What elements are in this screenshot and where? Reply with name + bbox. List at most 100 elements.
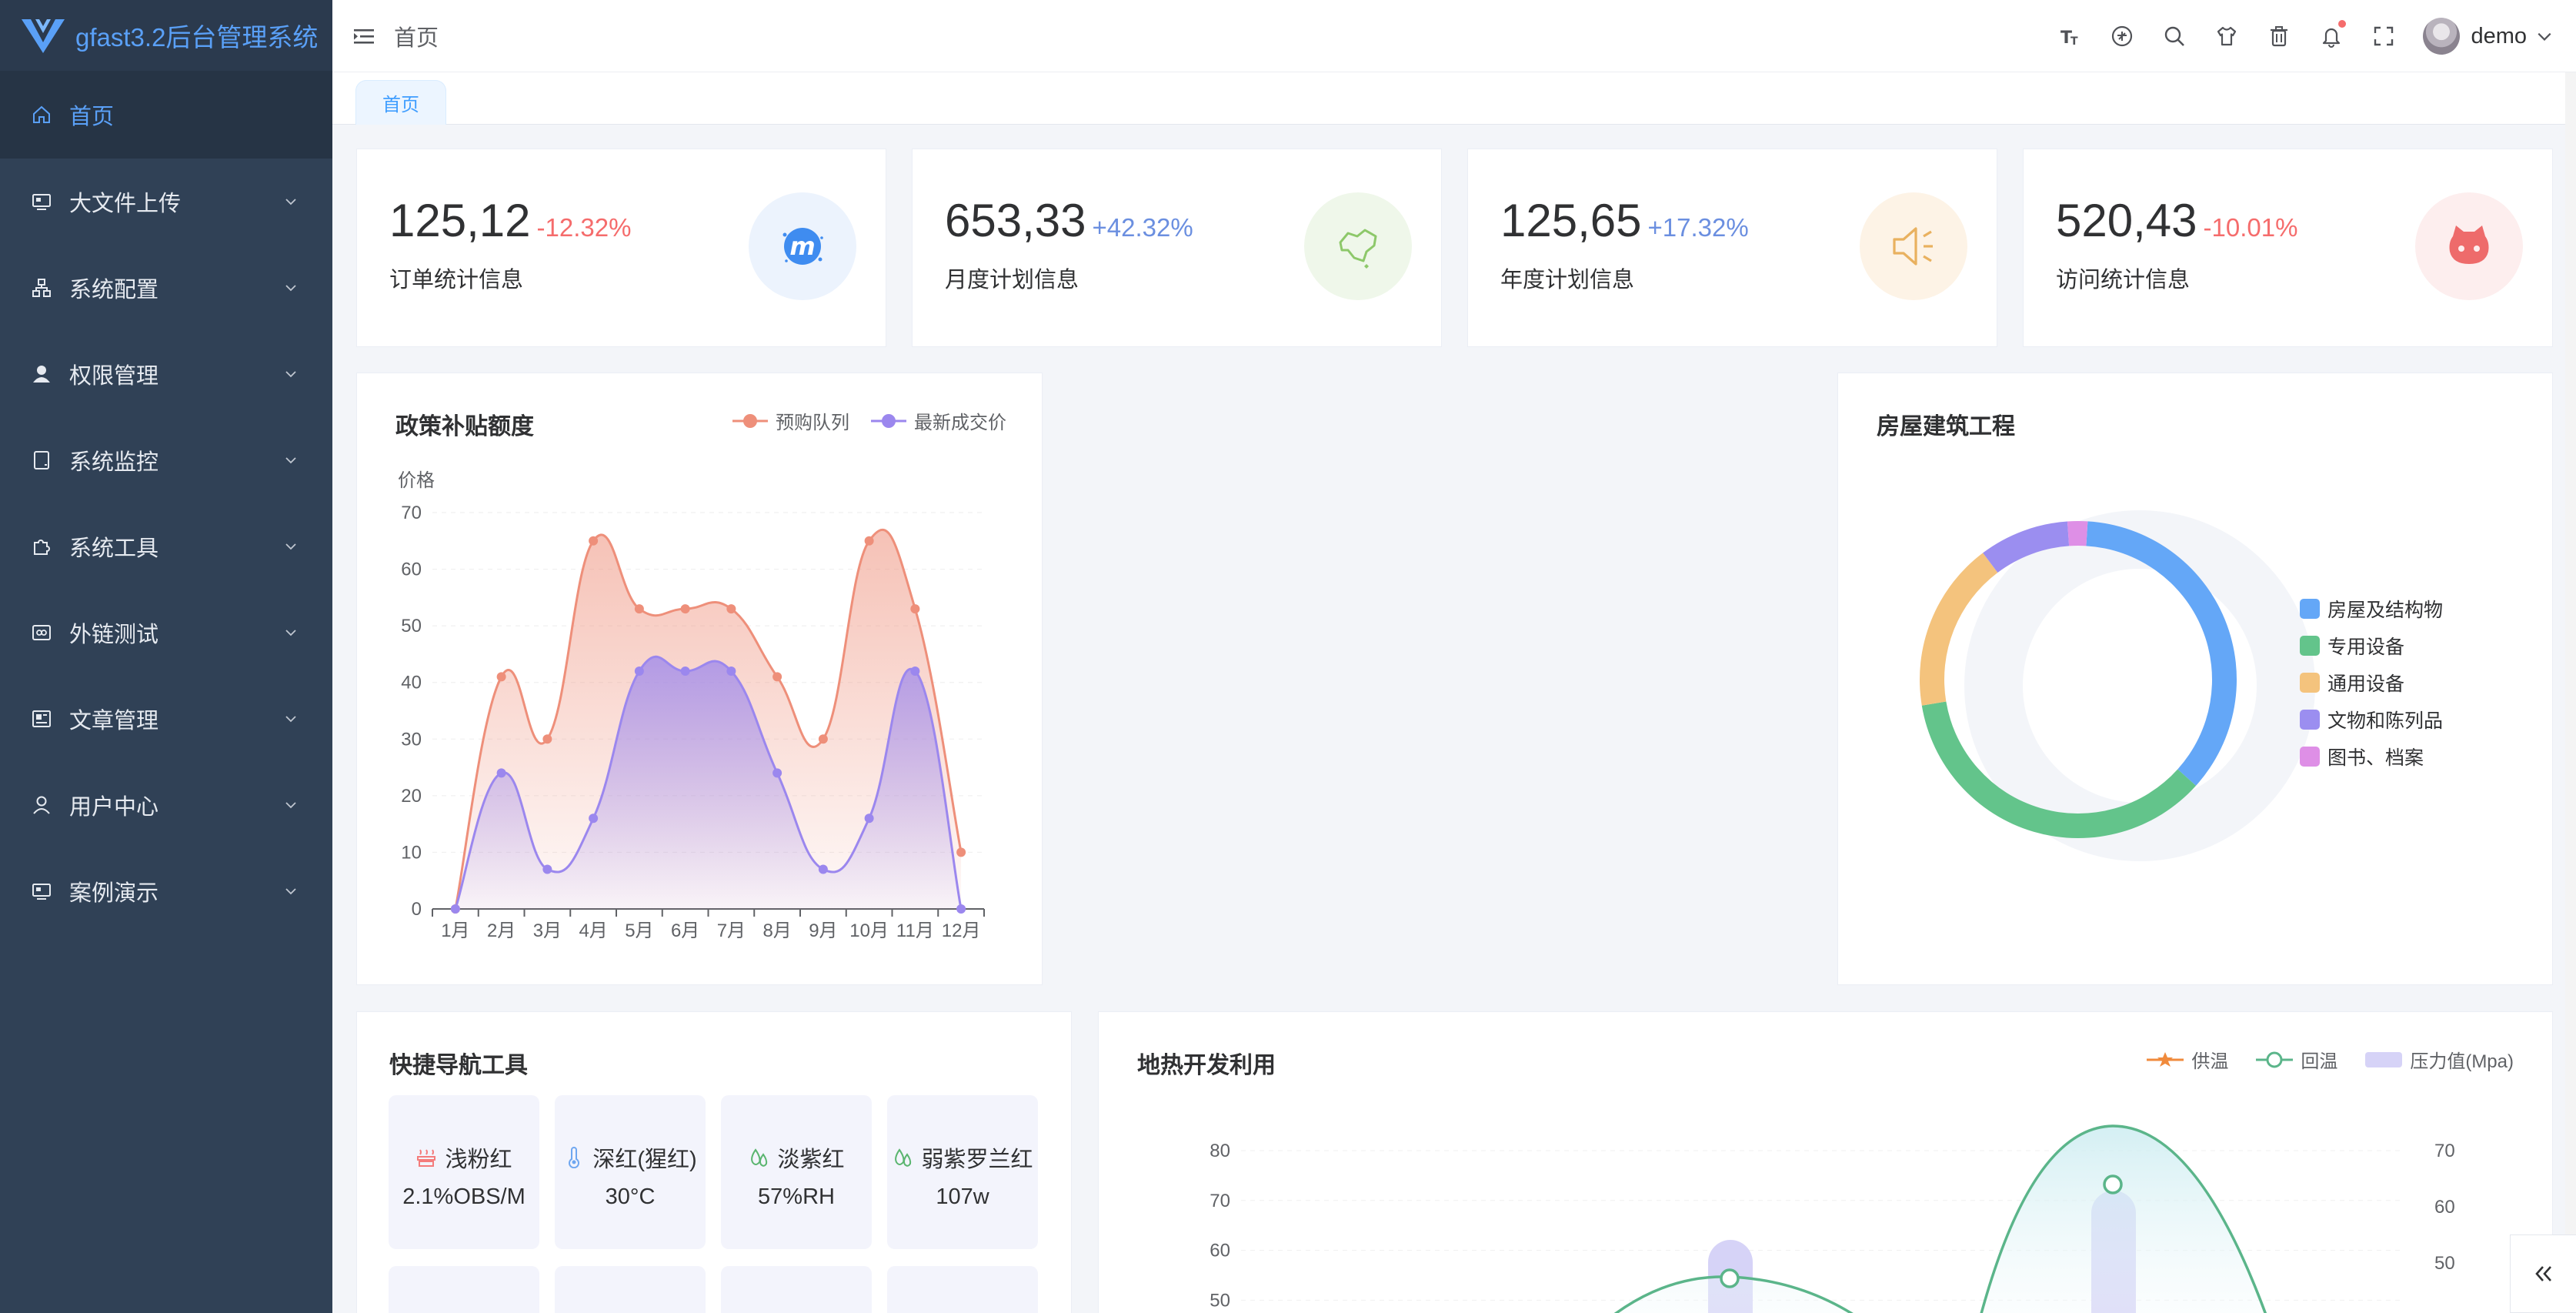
sidebar-item-4[interactable]: 系统监控 <box>0 417 332 503</box>
data-point[interactable] <box>496 768 506 778</box>
puzzle-icon <box>31 536 52 557</box>
chevron-down-icon <box>285 199 296 205</box>
trash-icon[interactable] <box>2266 23 2292 49</box>
stat-card-2: 125,65 +17.32% 年度计划信息 <box>1467 149 1997 347</box>
hamburger-icon[interactable] <box>352 25 375 48</box>
sidebar-item-2[interactable]: 系统配置 <box>0 245 332 331</box>
y-tick-label: 70 <box>401 503 422 523</box>
data-point[interactable] <box>818 864 828 874</box>
sidebar-item-0[interactable]: 首页 <box>0 71 332 159</box>
sidebar-item-9[interactable]: 案例演示 <box>0 848 332 934</box>
sidebar-item-3[interactable]: 权限管理 <box>0 331 332 417</box>
chevron-down-icon[interactable] <box>2536 28 2553 45</box>
breadcrumb[interactable]: 首页 <box>394 20 439 52</box>
geothermal-chart: 50 60 70 80 50 60 70 <box>1210 1124 2455 1313</box>
stat-value: 653,33 <box>945 195 1086 246</box>
data-point[interactable] <box>680 604 690 614</box>
data-point[interactable] <box>772 768 782 778</box>
data-point[interactable] <box>2103 1174 2123 1194</box>
data-point[interactable] <box>542 864 552 874</box>
quick-nav-tile-partial[interactable] <box>389 1266 539 1313</box>
search-icon[interactable] <box>2161 23 2187 49</box>
skin-shirt-icon[interactable] <box>2214 23 2240 49</box>
legend-item[interactable]: 通用设备 <box>2300 664 2443 701</box>
data-point[interactable] <box>589 536 599 546</box>
bell-icon[interactable] <box>2318 20 2347 49</box>
y-tick-label-right: 50 <box>2434 1253 2455 1274</box>
sidebar-item-6[interactable]: 外链测试 <box>0 590 332 676</box>
donut-slice[interactable] <box>1921 701 2197 838</box>
legend-label: 专用设备 <box>2327 636 2405 658</box>
monitor-icon <box>31 191 52 212</box>
y-tick-label: 40 <box>401 673 422 693</box>
quick-nav-tile-partial[interactable] <box>555 1266 706 1313</box>
data-point[interactable] <box>956 847 966 857</box>
stat-card-3: 520,43 -10.01% 访问统计信息 <box>2023 149 2553 347</box>
quick-nav-tile-partial[interactable] <box>721 1266 872 1313</box>
chevron-down-icon <box>285 543 296 550</box>
legend-item[interactable]: 房屋及结构物 <box>2300 590 2443 627</box>
x-tick-label: 4月 <box>579 920 607 941</box>
quick-nav-tile-partial[interactable] <box>887 1266 1038 1313</box>
quick-nav-tile[interactable]: 淡紫红 57%RH <box>721 1095 872 1249</box>
data-point[interactable] <box>680 667 690 676</box>
data-point[interactable] <box>864 814 874 824</box>
data-point[interactable] <box>726 667 736 676</box>
y-tick-label-right: 60 <box>2434 1197 2455 1218</box>
sidebar: gfast3.2后台管理系统 首页 大文件上传 系统配置 权限管理 系统监控 系… <box>0 0 332 1313</box>
github-icon <box>2442 219 2496 273</box>
username[interactable]: demo <box>2471 24 2527 49</box>
font-size-icon[interactable]: TT <box>2057 23 2083 49</box>
fullscreen-icon[interactable] <box>2371 23 2397 49</box>
tag-home[interactable]: 首页 <box>355 80 446 125</box>
app-logo[interactable]: gfast3.2后台管理系统 <box>0 0 332 71</box>
legend-item[interactable]: 文物和陈列品 <box>2300 701 2443 738</box>
quick-nav-card: 快捷导航工具 浅粉红 2.1%OBS/M 深红(猩红) 30°C 淡紫红 57%RH… <box>356 1011 1072 1313</box>
stat-icon-circle <box>1304 192 1412 300</box>
stat-change: -12.32% <box>536 213 632 242</box>
sidebar-item-label: 首页 <box>69 105 115 129</box>
avatar[interactable] <box>2423 18 2461 55</box>
stat-value: 520,43 <box>2056 195 2197 246</box>
page-scrollbar[interactable] <box>2565 72 2576 1313</box>
sidebar-item-1[interactable]: 大文件上传 <box>0 159 332 245</box>
donut-slice[interactable] <box>2067 521 2088 546</box>
stat-change: -10.01% <box>2203 213 2298 242</box>
data-point[interactable] <box>726 604 736 614</box>
quick-nav-label: 深红(猩红) <box>592 1148 697 1172</box>
svg-text:m: m <box>789 232 815 261</box>
legend-swatch <box>2300 710 2320 730</box>
quick-nav-tile[interactable]: 弱紫罗兰红 107w <box>887 1095 1038 1249</box>
x-tick-label: 1月 <box>441 920 469 941</box>
sidebar-item-7[interactable]: 文章管理 <box>0 676 332 762</box>
x-tick-label: 8月 <box>762 920 791 941</box>
data-point[interactable] <box>864 536 874 546</box>
data-point[interactable] <box>634 604 644 614</box>
data-point[interactable] <box>634 667 644 676</box>
data-point[interactable] <box>450 904 460 914</box>
legend-item[interactable]: 图书、档案 <box>2300 738 2443 775</box>
data-point[interactable] <box>589 814 599 824</box>
collapse-panel-button[interactable] <box>2510 1234 2576 1313</box>
sidebar-item-5[interactable]: 系统工具 <box>0 503 332 590</box>
data-point[interactable] <box>956 904 966 914</box>
sidebar-item-8[interactable]: 用户中心 <box>0 762 332 848</box>
quick-nav-tile[interactable]: 深红(猩红) 30°C <box>555 1095 706 1249</box>
data-point[interactable] <box>772 672 782 682</box>
y-tick-label-left: 50 <box>1210 1290 1230 1311</box>
quick-nav-value: 107w <box>936 1184 989 1209</box>
language-icon[interactable] <box>2109 23 2135 49</box>
legend-item[interactable]: 专用设备 <box>2300 627 2443 664</box>
data-point[interactable] <box>1720 1268 1740 1288</box>
data-point[interactable] <box>910 604 920 614</box>
data-point[interactable] <box>910 667 920 676</box>
y-tick-label: 0 <box>412 899 422 920</box>
stat-icon-circle: m <box>749 192 856 300</box>
stat-change: +42.32% <box>1092 213 1193 242</box>
data-point[interactable] <box>496 672 506 682</box>
data-point[interactable] <box>818 734 828 744</box>
data-point[interactable] <box>542 734 552 744</box>
quick-nav-value: 30°C <box>605 1184 656 1209</box>
fire-icon <box>415 1147 445 1168</box>
quick-nav-tile[interactable]: 浅粉红 2.1%OBS/M <box>389 1095 539 1249</box>
